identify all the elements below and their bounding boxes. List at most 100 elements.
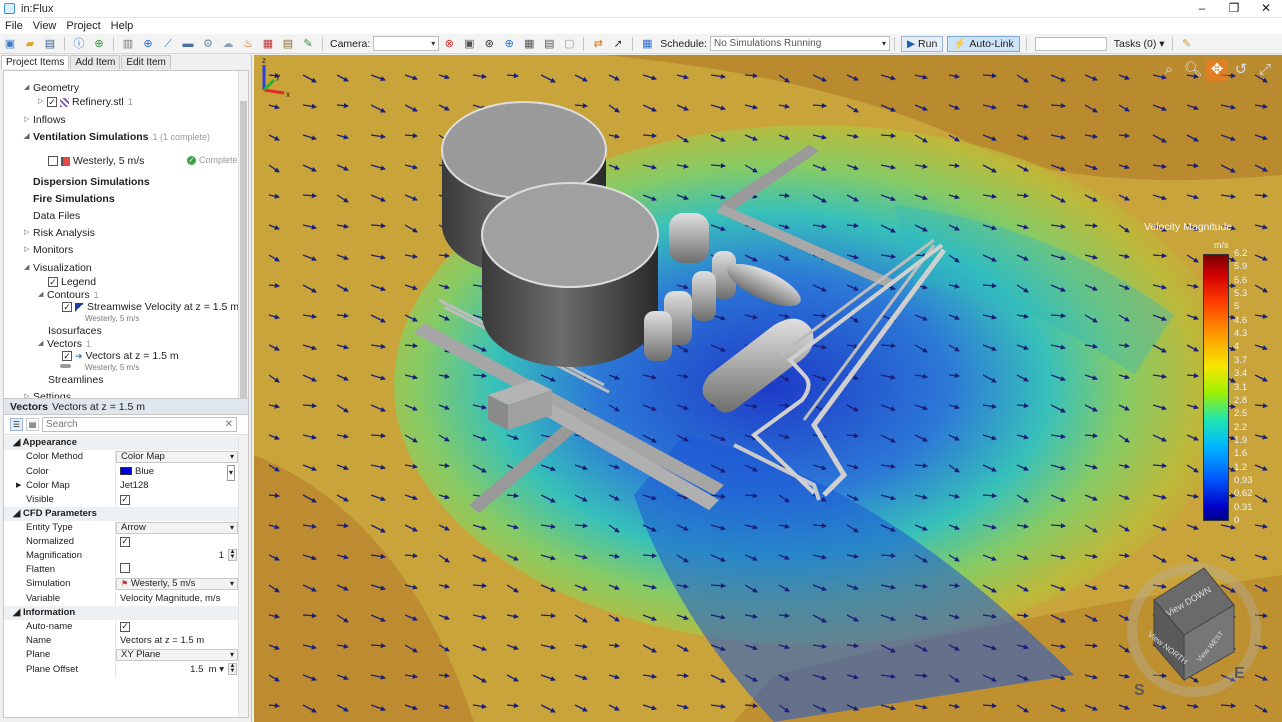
- tab-project-items[interactable]: Project Items: [1, 55, 70, 69]
- expand-icon[interactable]: ▷: [38, 95, 47, 109]
- collapse-icon[interactable]: ◢: [38, 337, 47, 351]
- camera-icon[interactable]: ▣: [461, 36, 477, 52]
- viewport-3d[interactable]: ⌕ 🔍︎ ✥ ↺ ⤢ Velocity Magnitude m/s 6.2 5.9…: [254, 55, 1282, 722]
- prop-magnification[interactable]: Magnification 1 ▲ ▼: [4, 549, 238, 563]
- alphabetical-icon[interactable]: ▤: [26, 418, 39, 431]
- collapse-icon[interactable]: ◢: [24, 261, 33, 275]
- tasks-dropdown[interactable]: Tasks (0) ▾: [1114, 38, 1165, 50]
- menu-project[interactable]: Project: [61, 20, 105, 32]
- collapse-icon[interactable]: ◢: [24, 130, 33, 144]
- menu-help[interactable]: Help: [106, 20, 139, 32]
- tree-item-data-files[interactable]: Data Files: [33, 209, 80, 223]
- checkbox[interactable]: ✓: [120, 494, 130, 505]
- add-icon[interactable]: ⊕: [91, 36, 107, 52]
- schedule-icon[interactable]: ▦: [639, 36, 655, 52]
- auto-link-button[interactable]: ⚡ Auto-Link: [947, 35, 1020, 52]
- geometry-icon[interactable]: ▥: [120, 36, 136, 52]
- categorized-icon[interactable]: ☰: [10, 418, 23, 431]
- tree-item-westerly[interactable]: Westerly, 5 m/s: [48, 154, 144, 168]
- info-icon[interactable]: ⓘ: [71, 36, 87, 52]
- prop-variable[interactable]: Variable Velocity Magnitude, m/s: [4, 592, 238, 606]
- zoom-icon[interactable]: 🔍︎: [1182, 59, 1204, 81]
- tree-item-geometry[interactable]: ◢ Geometry: [24, 81, 79, 95]
- calendar-icon[interactable]: ▦: [260, 36, 276, 52]
- expand-icon[interactable]: ▷: [24, 243, 33, 257]
- line-icon[interactable]: ⟋: [160, 36, 176, 52]
- checkbox[interactable]: ✓: [62, 302, 72, 312]
- pan-icon[interactable]: ✥: [1206, 59, 1228, 81]
- collapse-icon[interactable]: ◢: [24, 81, 33, 95]
- fan-icon[interactable]: ⚙: [200, 36, 216, 52]
- menu-file[interactable]: File: [0, 20, 28, 32]
- report-icon[interactable]: ▤: [280, 36, 296, 52]
- tab-edit-item[interactable]: Edit Item: [121, 55, 171, 69]
- prop-auto-name[interactable]: Auto-name ✓: [4, 620, 238, 634]
- magnification-stepper[interactable]: 1 ▲ ▼: [116, 549, 238, 563]
- stepper-icon[interactable]: ▲ ▼: [228, 663, 237, 675]
- tree-item-fire[interactable]: Fire Simulations: [33, 192, 115, 206]
- expand-icon[interactable]: ▷: [24, 113, 33, 127]
- checkbox[interactable]: [120, 563, 130, 573]
- checkbox[interactable]: ✓: [120, 621, 130, 632]
- edit-icon[interactable]: ✎: [300, 36, 316, 52]
- section-information[interactable]: ◢ Information: [4, 606, 238, 620]
- tree-item-inflows[interactable]: ▷ Inflows: [24, 113, 66, 127]
- fit-view-icon[interactable]: ⤢: [1254, 59, 1276, 81]
- clear-icon[interactable]: ✕: [225, 418, 233, 431]
- prop-normalized[interactable]: Normalized ✓: [4, 535, 238, 549]
- properties-scrollbar[interactable]: [238, 435, 248, 717]
- grid-icon[interactable]: ▦: [521, 36, 537, 52]
- tree-item-isosurfaces[interactable]: Isosurfaces: [48, 324, 102, 338]
- tree-item-risk[interactable]: ▷ Risk Analysis: [24, 226, 95, 240]
- prop-simulation[interactable]: Simulation ⚑ Westerly, 5 m/s ▾: [4, 577, 238, 591]
- tree-item-monitors[interactable]: ▷ Monitors: [24, 243, 73, 257]
- prop-plane[interactable]: Plane XY Plane ▾: [4, 648, 238, 662]
- section-cfd-parameters[interactable]: ◢ CFD Parameters: [4, 507, 238, 521]
- fire-icon[interactable]: ♨: [240, 36, 256, 52]
- drag-handle-icon[interactable]: [60, 364, 71, 368]
- prop-plane-offset[interactable]: Plane Offset 1.5 m ▾ ▲ ▼: [4, 663, 238, 677]
- scroll-thumb[interactable]: [240, 101, 247, 401]
- tree-scrollbar[interactable]: [238, 71, 248, 446]
- tree-item-legend[interactable]: ✓ Legend: [48, 275, 96, 289]
- rotate-icon[interactable]: ↺: [1230, 59, 1252, 81]
- simulation-select[interactable]: ⚑ Westerly, 5 m/s ▾: [116, 578, 238, 590]
- prop-flatten[interactable]: Flatten: [4, 563, 238, 577]
- target-icon[interactable]: ⊕: [501, 36, 517, 52]
- table-icon[interactable]: ▤: [541, 36, 557, 52]
- tree-item-visualization[interactable]: ◢ Visualization: [24, 261, 92, 275]
- monitor-icon[interactable]: ⊕: [140, 36, 156, 52]
- zoom-region-icon[interactable]: ⌕: [1158, 59, 1180, 81]
- tree-item-ventilation[interactable]: ◢ Ventilation Simulations 1 (1 complete): [24, 130, 210, 144]
- tab-add-item[interactable]: Add Item: [70, 55, 121, 69]
- cloud-icon[interactable]: ☁: [220, 36, 236, 52]
- normalized-checkbox-cell[interactable]: ✓: [116, 535, 238, 549]
- pencil-icon[interactable]: ✎: [1179, 36, 1195, 52]
- pointer-icon[interactable]: ➚: [610, 36, 626, 52]
- reset-view-icon[interactable]: ⊛: [481, 36, 497, 52]
- color-picker[interactable]: Blue ▾: [116, 465, 238, 481]
- auto-name-checkbox-cell[interactable]: ✓: [116, 620, 238, 634]
- save-icon[interactable]: ▤: [42, 36, 58, 52]
- schedule-dropdown[interactable]: No Simulations Running ▾: [709, 36, 890, 51]
- collapse-icon[interactable]: ◢: [38, 288, 47, 302]
- prop-name[interactable]: Name Vectors at z = 1.5 m: [4, 634, 238, 648]
- checkbox[interactable]: ✓: [47, 97, 57, 107]
- plane-offset-stepper[interactable]: 1.5 m ▾ ▲ ▼: [116, 663, 238, 677]
- section-appearance[interactable]: ◢ Appearance: [4, 436, 238, 450]
- box-icon[interactable]: ▬: [180, 36, 196, 52]
- view-cube[interactable]: View DOWN View NORTH View WEST S E: [1124, 560, 1264, 700]
- minimize-icon[interactable]: –: [1186, 0, 1218, 18]
- expand-icon[interactable]: ▷: [24, 226, 33, 240]
- prop-color-map[interactable]: ▶ Color Map Jet128: [4, 479, 238, 493]
- name-field[interactable]: Vectors at z = 1.5 m: [116, 634, 238, 648]
- tree-item-vectors-item[interactable]: ✓ ➜ Vectors at z = 1.5 m: [62, 349, 179, 363]
- delete-camera-icon[interactable]: ⊗: [441, 36, 457, 52]
- tree-item-streamwise[interactable]: ✓ Streamwise Velocity at z = 1.5 m: [62, 300, 239, 314]
- camera-dropdown[interactable]: ▾: [373, 36, 440, 51]
- properties-search-input[interactable]: Search ✕: [42, 417, 237, 432]
- menu-view[interactable]: View: [28, 20, 62, 32]
- prop-color[interactable]: Color Blue ▾: [4, 465, 238, 481]
- close-icon[interactable]: ✕: [1250, 0, 1282, 18]
- prop-visible[interactable]: Visible ✓: [4, 493, 238, 507]
